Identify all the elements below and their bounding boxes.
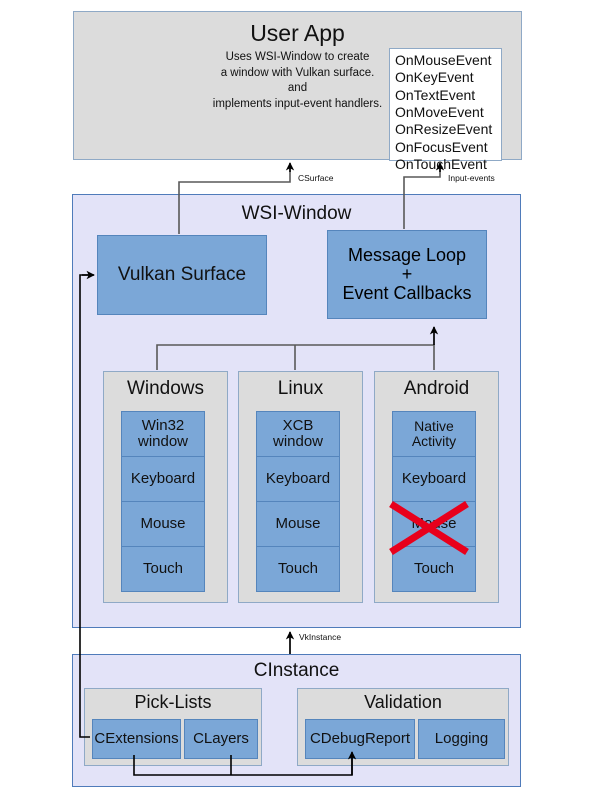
platform-column-android: Android Native Activity Keyboard Mouse To… [374,371,499,603]
platform-item-label: Touch [277,560,319,578]
platform-title: Windows [126,378,205,399]
user-app-description-line: and [287,82,308,95]
validation-box: Validation CDebugReport Logging [297,688,509,766]
user-app-box: User App Uses WSI-Window to create a win… [73,11,522,172]
event-list-item: OnMouseEvent [395,52,492,68]
platform-item-label: Keyboard [130,470,196,488]
platform-item-label: Touch [413,560,455,578]
platform-title: Linux [277,378,324,399]
validation-title: Validation [364,692,442,712]
event-list-item: OnMoveEvent [395,104,484,121]
user-app-description: Uses WSI-Window to create a window with … [213,50,382,112]
event-handler-list: OnMouseEvent OnKeyEvent OnTextEvent OnMo… [389,48,502,172]
platform-item-label: Mouse [411,515,457,533]
message-loop-line: Message Loop [347,245,467,266]
platform-item-label: Touch [142,560,184,578]
platform-column-windows: Windows Win32 window Keyboard Mouse Touch [103,371,228,603]
event-list-item: OnTextEvent [395,86,476,103]
edge-label-csurface: CSurface [298,173,334,183]
user-app-description-line: a window with Vulkan surface. [220,66,375,79]
platform-item: Touch [121,546,205,592]
platform-item: Mouse [121,501,205,547]
validation-item-label: CDebugReport [309,730,411,748]
platform-item: Win32 window [121,411,205,457]
message-loop-node: Message Loop + Event Callbacks [327,230,487,319]
platform-item: Native Activity [392,411,476,457]
platform-item-label: Mouse [275,515,321,533]
validation-item: Logging [418,719,505,759]
message-loop-line: + [401,264,413,285]
platform-item: Keyboard [392,456,476,502]
pick-lists-item: CLayers [184,719,258,759]
platform-item: Keyboard [256,456,340,502]
platform-item: Touch [256,546,340,592]
platform-item-label: Mouse [140,515,186,533]
wsi-window-box: WSI-Window Vulkan Surface Message Loop +… [72,194,521,628]
platform-item-label: Win32 window [137,417,189,450]
pick-lists-item-label: CLayers [193,730,249,748]
user-app-description-line: Uses WSI-Window to create [225,51,370,63]
platform-item: Keyboard [121,456,205,502]
vulkan-surface-label: Vulkan Surface [117,264,247,286]
event-list-item: OnFocusEvent [395,138,488,155]
pick-lists-box: Pick-Lists CExtensions CLayers [84,688,262,766]
validation-item-label: Logging [434,730,489,748]
message-loop-line: Event Callbacks [342,282,472,303]
event-list-item: OnKeyEvent [395,69,474,86]
platform-item-label: Keyboard [401,470,467,488]
platform-item: Touch [392,546,476,592]
platform-item: XCB window [256,411,340,457]
event-list-item: OnTouchEvent [395,156,487,173]
platform-item-label: XCB window [272,417,324,450]
cinstance-box: CInstance Pick-Lists CExtensions CLayers… [72,654,521,787]
pick-lists-item-label: CExtensions [94,730,179,748]
edge-label-vkinstance: VkInstance [299,632,342,642]
edge-label-input-events: Input-events [448,173,495,183]
platform-column-linux: Linux XCB window Keyboard Mouse Touch [238,371,363,603]
user-app-description-line: implements input-event handlers. [212,97,383,110]
event-list-item: OnResizeEvent [395,121,493,138]
platform-item-label: Native Activity [411,418,457,449]
platform-item-disabled: Mouse [392,501,476,547]
validation-item: CDebugReport [305,719,415,759]
vulkan-surface-node: Vulkan Surface [97,235,267,315]
platform-item: Mouse [256,501,340,547]
pick-lists-title: Pick-Lists [134,692,212,712]
platform-item-label: Keyboard [265,470,331,488]
diagram-canvas: User App Uses WSI-Window to create a win… [0,0,600,800]
wsi-window-title: WSI-Window [241,203,352,224]
platform-title: Android [403,378,470,399]
pick-lists-item: CExtensions [92,719,181,759]
user-app-title: User App [250,20,345,46]
cinstance-title: CInstance [253,660,340,681]
